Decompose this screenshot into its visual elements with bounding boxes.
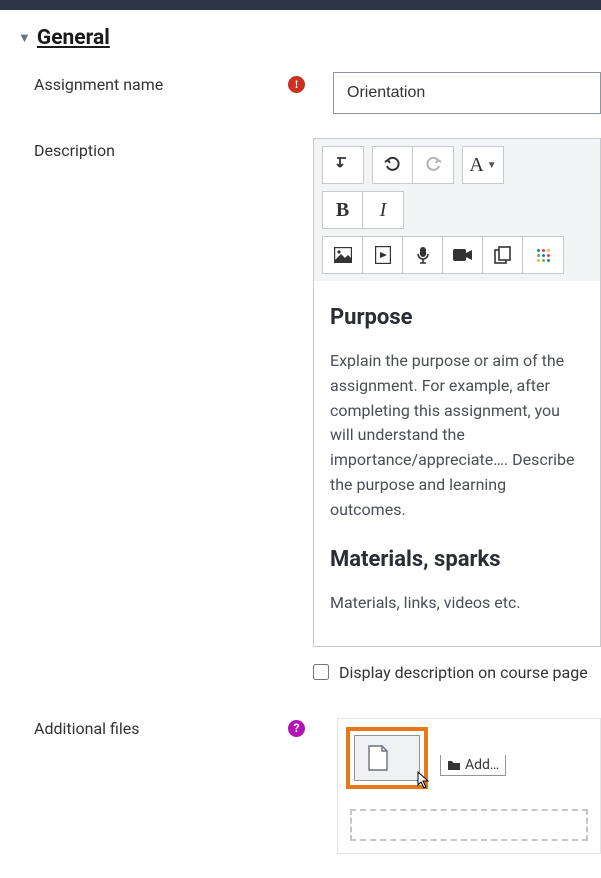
- cursor-icon: [415, 770, 433, 790]
- display-description-label: Display description on course page: [339, 663, 588, 682]
- row-assignment-name: Assignment name !: [18, 72, 601, 114]
- h5p-icon: [537, 249, 550, 262]
- record-audio-button[interactable]: [403, 237, 443, 273]
- record-video-button[interactable]: [443, 237, 483, 273]
- section-title: General: [37, 26, 110, 50]
- tutorial-highlight: [346, 727, 428, 789]
- editor-content[interactable]: Purpose Explain the purpose or aim of th…: [314, 281, 600, 646]
- chevron-down-icon: ▼: [18, 30, 31, 46]
- file-icon: [367, 745, 389, 771]
- content-heading: Materials, sparks: [330, 543, 584, 577]
- assignment-name-input[interactable]: [333, 72, 601, 114]
- editor-toolbar: A▼ B I: [314, 139, 600, 236]
- chevron-down-icon: ▼: [487, 160, 497, 171]
- display-description-checkbox[interactable]: [313, 664, 329, 680]
- media-button[interactable]: [363, 237, 403, 273]
- content-paragraph: Materials, links, videos etc.: [330, 591, 584, 616]
- h5p-button[interactable]: [523, 237, 563, 273]
- row-description: Description: [18, 138, 601, 682]
- form-content: ▼ General Assignment name ! Description: [0, 10, 601, 854]
- toolbar-expand-button[interactable]: [323, 147, 363, 183]
- required-icon: !: [288, 76, 305, 93]
- add-file-button[interactable]: [354, 735, 420, 781]
- row-additional-files: Additional files ?: [18, 716, 601, 854]
- undo-button[interactable]: [373, 147, 413, 183]
- add-file-label-button[interactable]: Add…: [440, 755, 506, 776]
- description-label: Description: [34, 141, 115, 160]
- paragraph-style-button[interactable]: A▼: [463, 147, 503, 183]
- folder-icon: [447, 759, 461, 771]
- assignment-name-label: Assignment name: [34, 75, 163, 94]
- section-header-general[interactable]: ▼ General: [18, 26, 601, 50]
- help-icon[interactable]: ?: [288, 720, 305, 737]
- redo-button[interactable]: [413, 147, 453, 183]
- manage-files-button[interactable]: [483, 237, 523, 273]
- content-paragraph: Explain the purpose or aim of the assign…: [330, 349, 584, 523]
- image-button[interactable]: [323, 237, 363, 273]
- additional-files-label: Additional files: [34, 719, 140, 738]
- rich-text-editor: A▼ B I: [313, 138, 601, 647]
- editor-toolbar-row2: [314, 236, 600, 281]
- file-picker-area: Add…: [337, 718, 601, 854]
- italic-button[interactable]: I: [363, 192, 403, 228]
- bold-button[interactable]: B: [323, 192, 363, 228]
- display-description-row: Display description on course page: [313, 661, 601, 682]
- window-topbar: [0, 0, 601, 10]
- content-heading: Purpose: [330, 301, 584, 335]
- drop-zone[interactable]: [350, 809, 588, 841]
